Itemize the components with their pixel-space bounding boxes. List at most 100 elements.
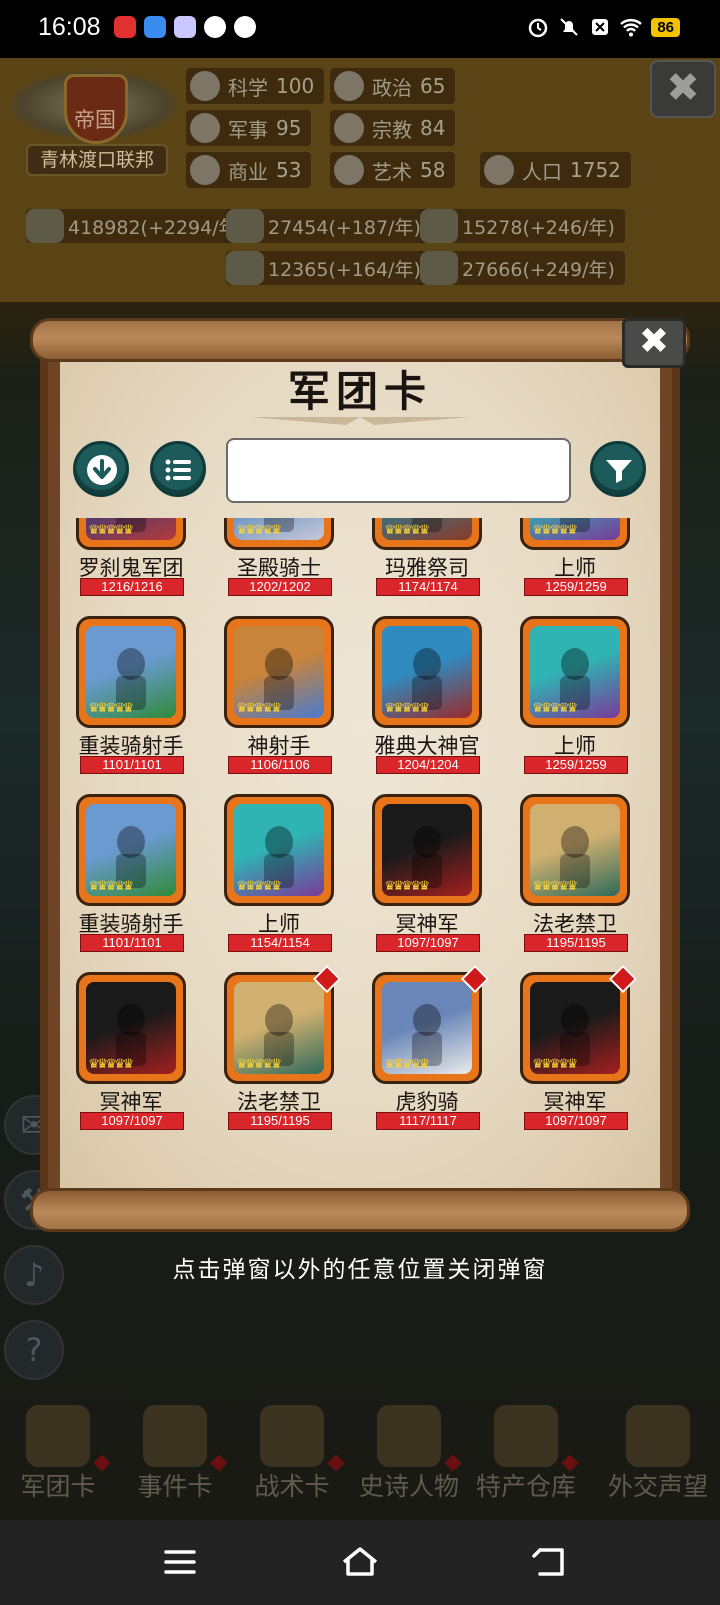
filter-button[interactable] <box>590 441 646 497</box>
back-icon[interactable] <box>530 1544 570 1580</box>
unit-card[interactable]: ♛♛♛♛♛ 圣殿骑士 1202/1202 <box>212 518 334 608</box>
side-help-button[interactable]: ? <box>4 1320 64 1380</box>
unit-card[interactable]: ♛♛♛♛♛ 冥神军 1097/1097 <box>508 964 638 1142</box>
population-icon <box>484 155 514 185</box>
nav-tactic-cards[interactable]: 战术卡 <box>234 1405 350 1515</box>
app-icon <box>174 16 196 38</box>
sort-button[interactable] <box>73 441 129 497</box>
unit-card[interactable]: ♛♛♛♛♛ 雅典大神官 1204/1204 <box>360 616 482 786</box>
nav-label: 事件卡 <box>137 1472 213 1501</box>
empire-emblem[interactable]: 帝国 青林渡口联邦 <box>8 62 180 178</box>
chest-icon <box>494 1405 558 1467</box>
unit-card[interactable]: ♛♛♛♛♛ 罗刹鬼军团 1216/1216 <box>64 518 186 608</box>
crown-rank-icon: ♛♛♛♛♛ <box>532 523 578 538</box>
nav-label: 战术卡 <box>254 1472 330 1501</box>
unit-card[interactable]: ♛♛♛♛♛ 神射手 1106/1106 <box>212 616 334 786</box>
stat-label: 人口 <box>522 159 562 184</box>
unit-card[interactable]: ♛♛♛♛♛ 上师 1154/1154 <box>212 794 334 964</box>
unit-card[interactable]: ♛♛♛♛♛ 重装骑射手 1101/1101 <box>64 794 186 964</box>
unit-hp-bar: 1216/1216 <box>80 578 184 596</box>
stat-value: 53 <box>276 158 302 182</box>
unit-card[interactable]: ♛♛♛♛♛ 冥神军 1097/1097 <box>64 972 186 1142</box>
card-frame: ♛♛♛♛♛ <box>372 964 490 1084</box>
crown-rank-icon: ♛♛♛♛♛ <box>532 701 578 716</box>
unit-card[interactable]: ♛♛♛♛♛ 法老禁卫 1195/1195 <box>508 794 630 964</box>
nav-event-cards[interactable]: 事件卡 <box>117 1405 233 1515</box>
crown-rank-icon: ♛♛♛♛♛ <box>384 701 430 716</box>
crown-rank-icon: ♛♛♛♛♛ <box>236 701 282 716</box>
card-frame: ♛♛♛♛♛ <box>372 794 482 906</box>
unit-hp-bar: 1154/1154 <box>228 934 332 952</box>
nav-diplomacy[interactable]: 外交声望 <box>600 1405 716 1515</box>
unit-hp-bar: 1106/1106 <box>228 756 332 774</box>
scroll-roll-bottom <box>30 1188 690 1232</box>
unit-card[interactable]: ♛♛♛♛♛ 重装骑射手 1101/1101 <box>64 616 186 786</box>
modal-title: 军团卡 <box>287 367 432 416</box>
unit-portrait: ♛♛♛♛♛ <box>530 982 620 1074</box>
unit-card[interactable]: ♛♛♛♛♛ 虎豹骑 1117/1117 <box>360 964 490 1142</box>
unit-hp-bar: 1204/1204 <box>376 756 480 774</box>
iron-icon <box>420 209 458 243</box>
top-close-button[interactable]: ✖ <box>650 60 716 118</box>
gold-icon <box>26 209 64 243</box>
card-frame: ♛♛♛♛♛ <box>520 518 630 550</box>
unit-hp-bar: 1097/1097 <box>376 934 480 952</box>
card-frame: ♛♛♛♛♛ <box>520 616 630 728</box>
unit-card[interactable]: ♛♛♛♛♛ 上师 1259/1259 <box>508 518 630 608</box>
alarm-icon <box>529 18 548 38</box>
unit-portrait: ♛♛♛♛♛ <box>86 626 176 718</box>
unit-portrait: ♛♛♛♛♛ <box>382 982 472 1074</box>
nav-specialty-warehouse[interactable]: 特产仓库 <box>468 1405 584 1515</box>
card-frame: ♛♛♛♛♛ <box>372 616 482 728</box>
unit-hp-bar: 1101/1101 <box>80 934 184 952</box>
unit-hp-bar: 1259/1259 <box>524 756 628 774</box>
event-icon <box>143 1405 207 1467</box>
status-time: 16:08 <box>38 13 101 41</box>
nav-epic-figures[interactable]: 史诗人物 <box>351 1405 467 1515</box>
stat-value: 58 <box>420 158 446 182</box>
app-icon <box>204 16 226 38</box>
stat-religion: 宗教 84 <box>330 110 456 146</box>
crown-rank-icon: ♛♛♛♛♛ <box>532 879 578 894</box>
notification-icons <box>114 16 256 38</box>
unit-card[interactable]: ♛♛♛♛♛ 法老禁卫 1195/1195 <box>212 964 342 1142</box>
stat-label: 宗教 <box>372 117 412 142</box>
stat-military: 军事 95 <box>186 110 312 146</box>
card-frame: ♛♛♛♛♛ <box>224 616 334 728</box>
art-icon <box>334 155 364 185</box>
empire-title: 帝国 <box>74 108 116 132</box>
unit-card[interactable]: ♛♛♛♛♛ 上师 1259/1259 <box>508 616 630 786</box>
helmet-icon <box>26 1405 90 1467</box>
unit-hp-bar: 1097/1097 <box>524 1112 628 1130</box>
unit-hp-bar: 1202/1202 <box>228 578 332 596</box>
title-ornament <box>250 417 470 425</box>
card-grid[interactable]: ♛♛♛♛♛ 罗刹鬼军团 1216/1216 ♛♛♛♛♛ 圣殿骑士 1202/1202 ♛♛♛… <box>64 518 656 1150</box>
home-icon[interactable] <box>340 1544 380 1580</box>
search-input[interactable] <box>226 438 571 503</box>
app-icon <box>234 16 256 38</box>
card-frame: ♛♛♛♛♛ <box>76 794 186 906</box>
list-icon <box>165 459 191 481</box>
nav-legion-cards[interactable]: 军团卡 <box>0 1405 116 1515</box>
resource-gold: 418982(+2294/年) <box>26 209 256 243</box>
modal-close-button[interactable]: ✖ <box>622 318 686 368</box>
resource-wood: 27454(+187/年) <box>226 209 431 243</box>
scroll-icon <box>626 1405 690 1467</box>
stat-label: 政治 <box>372 75 412 100</box>
unit-card[interactable]: ♛♛♛♛♛ 冥神军 1097/1097 <box>360 794 482 964</box>
filter-icon <box>606 460 632 483</box>
tactic-icon <box>260 1405 324 1467</box>
stat-label: 军事 <box>228 117 268 142</box>
list-view-button[interactable] <box>150 441 206 497</box>
menu-icon[interactable] <box>160 1544 200 1580</box>
close-hint: 点击弹窗以外的任意位置关闭弹窗 <box>172 1257 548 1283</box>
resource-value: 27666(+249/年) <box>462 258 615 281</box>
card-frame: ♛♛♛♛♛ <box>520 794 630 906</box>
science-icon <box>190 71 220 101</box>
unit-hp-bar: 1117/1117 <box>376 1112 480 1130</box>
stone-icon <box>226 251 264 285</box>
unit-card[interactable]: ♛♛♛♛♛ 玛雅祭司 1174/1174 <box>360 518 482 608</box>
card-frame: ♛♛♛♛♛ <box>372 518 482 550</box>
card-frame: ♛♛♛♛♛ <box>224 964 342 1084</box>
stat-label: 科学 <box>228 75 268 100</box>
